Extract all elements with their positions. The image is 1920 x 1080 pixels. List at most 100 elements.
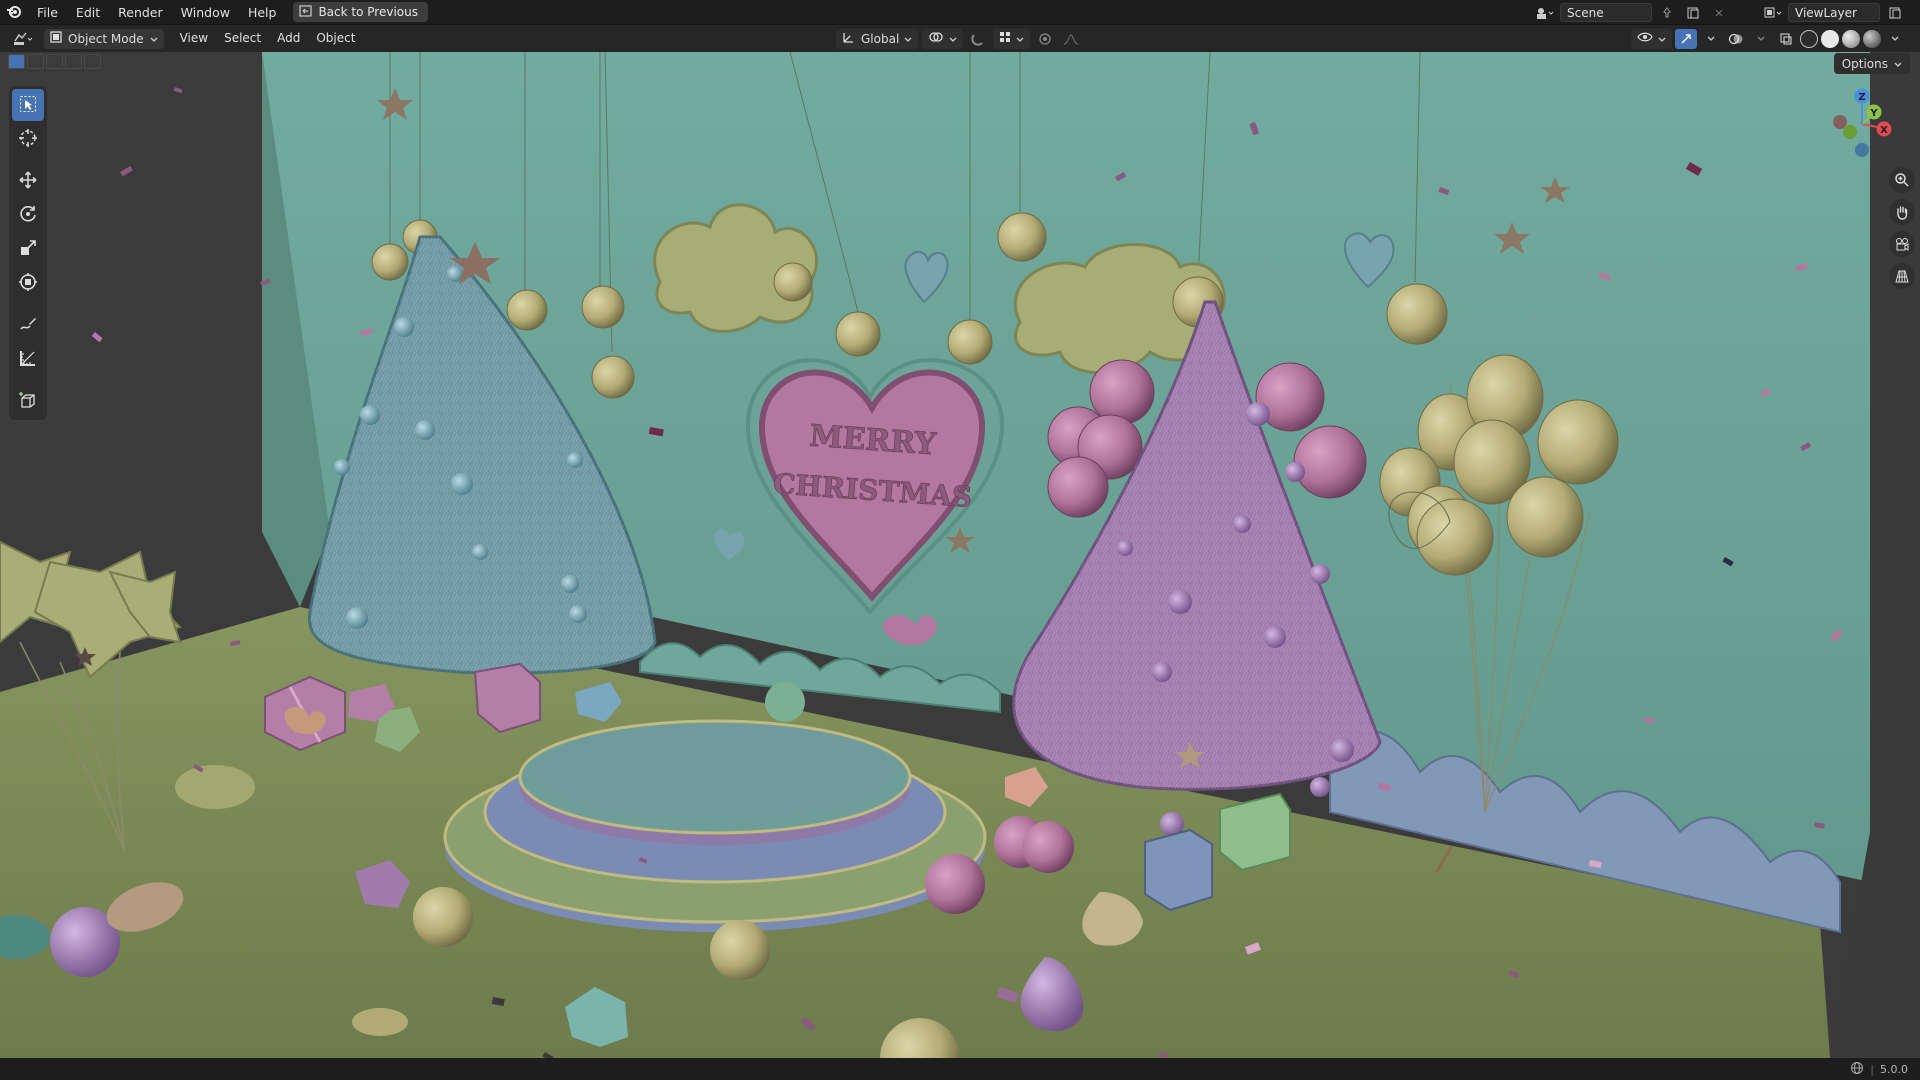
viewlayer-selector: ViewLayer [1762, 0, 1906, 25]
chevron-down-icon [949, 32, 957, 46]
new-viewlayer-icon[interactable] [1884, 3, 1906, 23]
object-mode-icon [50, 31, 62, 46]
visibility-dropdown[interactable] [1631, 28, 1672, 49]
viewport-display-controls [1631, 28, 1906, 49]
chevron-down-icon [904, 32, 912, 46]
gizmo-neg-z-icon[interactable] [1855, 143, 1869, 157]
cursor-tool[interactable] [12, 123, 44, 155]
pencil-icon [18, 314, 38, 337]
measure-tool[interactable] [12, 343, 44, 375]
select-new-mode-icon[interactable] [8, 54, 25, 69]
gizmo-dropdown-icon[interactable] [1700, 29, 1722, 49]
blender-version: 5.0.0 [1880, 1062, 1908, 1076]
status-separator: | [1870, 1062, 1874, 1076]
eye-icon [1637, 31, 1653, 46]
scale-tool[interactable] [12, 233, 44, 265]
overlays-dropdown-icon[interactable] [1750, 29, 1772, 49]
transform-orientation-dropdown[interactable]: Global [836, 28, 919, 49]
object-mode-dropdown[interactable]: Object Mode [44, 28, 164, 49]
menu-render[interactable]: Render [109, 0, 172, 25]
status-bar: | 5.0.0 [0, 1058, 1920, 1080]
scene-render: MERRY CHRISTMAS [0, 52, 1920, 1058]
rotate-icon [18, 204, 38, 227]
scene-name-field[interactable]: Scene [1560, 3, 1652, 22]
navigation-gizmo[interactable]: X Y Z [1822, 84, 1902, 164]
pin-scene-icon[interactable] [1656, 3, 1678, 23]
selection-mode-buttons [8, 54, 101, 69]
pan-hand-icon[interactable] [1889, 199, 1915, 225]
menu-select[interactable]: Select [216, 25, 269, 52]
zoom-icon[interactable] [1889, 167, 1915, 193]
menu-view[interactable]: View [172, 25, 216, 52]
rotate-tool[interactable] [12, 199, 44, 231]
material-preview-shading-icon[interactable] [1842, 29, 1860, 48]
select-extend-mode-icon[interactable] [27, 54, 44, 69]
viewport-header: Object Mode View Select Add Object Globa… [0, 25, 1920, 52]
tool-separator [12, 301, 44, 307]
snap-toggle-icon[interactable] [967, 29, 989, 49]
options-label: Options [1841, 56, 1888, 71]
gizmo-y-label: Y [1869, 108, 1878, 119]
menu-edit[interactable]: Edit [67, 0, 109, 25]
ruler-icon [18, 348, 38, 371]
cursor-arrow-icon [19, 95, 37, 116]
viewlayer-browse-icon[interactable] [1762, 3, 1784, 23]
chevron-down-icon [1658, 32, 1666, 46]
menu-object[interactable]: Object [308, 25, 363, 52]
annotate-tool[interactable] [12, 309, 44, 341]
pivot-point-dropdown[interactable] [922, 28, 964, 49]
shading-dropdown-icon[interactable] [1884, 29, 1906, 49]
add-cube-tool[interactable] [12, 385, 44, 417]
new-scene-icon[interactable] [1682, 3, 1704, 23]
overlays-toggle-icon[interactable] [1725, 29, 1747, 49]
pivot-icon [928, 30, 944, 47]
snap-grid-icon [999, 31, 1011, 46]
xray-toggle-icon[interactable] [1775, 29, 1797, 49]
perspective-grid-icon[interactable] [1889, 263, 1915, 289]
select-intersect-mode-icon[interactable] [65, 54, 82, 69]
gizmo-neg-x-icon[interactable] [1833, 115, 1847, 129]
menu-add[interactable]: Add [269, 25, 308, 52]
scene-name: Scene [1567, 5, 1604, 20]
chevron-down-icon [1016, 32, 1024, 46]
menu-window[interactable]: Window [172, 0, 239, 25]
editor-type-icon[interactable] [10, 29, 38, 49]
back-icon [299, 4, 313, 20]
options-dropdown[interactable]: Options [1833, 53, 1910, 74]
orientation-label: Global [861, 31, 900, 46]
snap-target-dropdown[interactable] [993, 28, 1031, 49]
gizmo-x-label: X [1880, 125, 1888, 136]
scale-icon [18, 238, 38, 261]
move-arrows-icon [18, 170, 38, 193]
wireframe-shading-icon[interactable] [1800, 29, 1818, 48]
select-box-tool[interactable] [12, 89, 44, 121]
select-invert-mode-icon[interactable] [84, 54, 101, 69]
3d-cursor-icon [18, 128, 38, 151]
scene-browse-icon[interactable] [1534, 3, 1556, 23]
viewlayer-name-field[interactable]: ViewLayer [1788, 3, 1880, 22]
3d-viewport[interactable]: MERRY CHRISTMAS Options X Y Z [0, 52, 1920, 1058]
delete-scene-icon[interactable] [1708, 3, 1730, 23]
blender-logo-icon[interactable] [0, 0, 28, 25]
camera-view-icon[interactable] [1889, 231, 1915, 257]
select-subtract-mode-icon[interactable] [46, 54, 63, 69]
viewport-navigation-buttons [1889, 167, 1915, 289]
back-to-previous-button[interactable]: Back to Previous [293, 2, 428, 22]
solid-shading-icon[interactable] [1821, 29, 1839, 48]
top-bar: File Edit Render Window Help Back to Pre… [0, 0, 1920, 25]
menu-file[interactable]: File [28, 0, 67, 25]
tool-separator [12, 377, 44, 383]
transform-tool[interactable] [12, 267, 44, 299]
gizmo-toggle-icon[interactable] [1675, 28, 1697, 49]
menu-help[interactable]: Help [239, 0, 286, 25]
orientation-icon [842, 30, 856, 47]
falloff-curve-icon[interactable] [1060, 29, 1082, 49]
gizmo-neg-y-icon[interactable] [1843, 125, 1857, 139]
tool-separator [12, 157, 44, 163]
rendered-shading-icon[interactable] [1863, 29, 1881, 48]
proportional-editing-icon[interactable] [1034, 29, 1056, 49]
move-tool[interactable] [12, 165, 44, 197]
tool-shelf [9, 86, 47, 420]
network-globe-icon [1850, 1061, 1864, 1078]
viewlayer-name: ViewLayer [1795, 5, 1857, 20]
